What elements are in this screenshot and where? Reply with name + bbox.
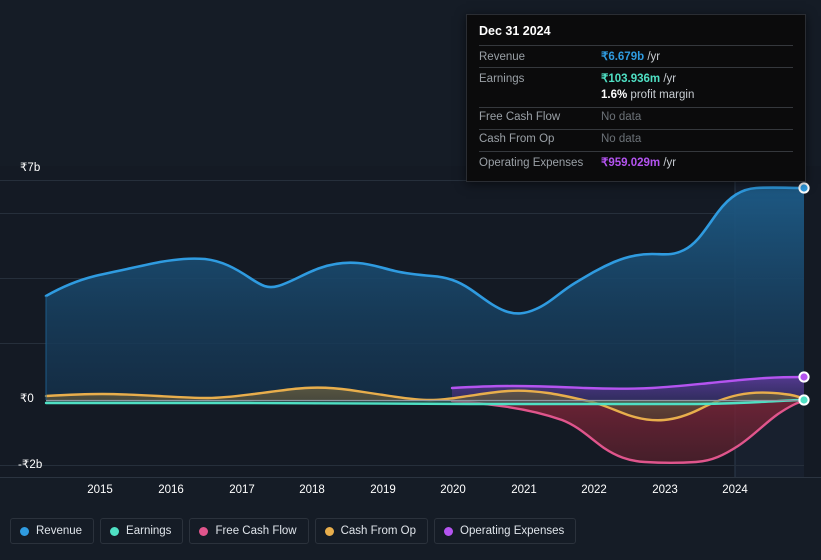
x-axis-label-2019: 2019 [370,484,396,496]
tooltip-row-operating-expenses: Operating Expenses ₹959.029m /yr [479,151,793,173]
tooltip-value-revenue: ₹6.679b /yr [601,49,660,63]
legend-item-revenue[interactable]: Revenue [10,518,95,544]
x-axis-label-2021: 2021 [511,484,537,496]
x-axis-label-2024: 2024 [722,484,748,496]
tooltip-unit-revenue: /yr [647,51,661,63]
financial-chart: ₹7b ₹0 -₹2b 2015 2016 2017 2018 2019 202… [0,0,821,560]
legend-label-operating-expenses: Operating Expenses [460,525,565,537]
operating-expenses-endpoint-marker[interactable] [798,371,810,383]
y-axis-label-top: ₹7b [20,162,41,174]
legend-dot-revenue [20,526,29,536]
x-axis-label-2022: 2022 [581,484,607,496]
tooltip-row-revenue: Revenue ₹6.679b /yr [479,45,793,67]
legend-dot-operating-expenses [444,526,454,536]
legend-label-revenue: Revenue [36,525,83,537]
data-tooltip: Dec 31 2024 Revenue ₹6.679b /yr Earnings… [466,14,806,182]
x-axis-label-2018: 2018 [299,484,325,496]
tooltip-amount-earnings: ₹103.936m [601,73,661,85]
x-axis-label-2015: 2015 [87,484,113,496]
tooltip-key-cash-from-op: Cash From Op [479,133,555,145]
legend-label-free-cash-flow: Free Cash Flow [215,525,297,537]
tooltip-value-profit-margin: 1.6% profit margin [601,89,694,101]
tooltip-row-profit-margin: 1.6% profit margin [479,89,793,107]
chart-legend: Revenue Earnings Free Cash Flow Cash Fro… [10,518,577,544]
x-axis-label-2017: 2017 [229,484,255,496]
x-axis: 2015 2016 2017 2018 2019 2020 2021 2022 … [0,484,821,502]
legend-label-cash-from-op: Cash From Op [340,525,417,537]
legend-item-earnings[interactable]: Earnings [100,518,184,544]
tooltip-unit-profit-margin: profit margin [630,89,695,101]
tooltip-row-cash-from-op: Cash From Op No data [479,129,793,151]
legend-label-earnings: Earnings [126,525,172,537]
tooltip-title: Dec 31 2024 [479,24,551,38]
tooltip-key-earnings: Earnings [479,73,525,85]
tooltip-amount-operating-expenses: ₹959.029m [601,157,661,169]
y-axis-label-bottom: -₹2b [18,459,43,471]
legend-item-free-cash-flow[interactable]: Free Cash Flow [189,518,309,544]
tooltip-unit-operating-expenses: /yr [663,157,677,169]
legend-item-operating-expenses[interactable]: Operating Expenses [434,518,577,544]
tooltip-row-earnings: Earnings ₹103.936m /yr [479,67,793,89]
legend-dot-free-cash-flow [199,526,209,536]
legend-item-cash-from-op[interactable]: Cash From Op [314,518,429,544]
earnings-endpoint-marker[interactable] [798,394,810,406]
tooltip-amount-profit-margin: 1.6% [601,89,628,101]
tooltip-rows: Revenue ₹6.679b /yr Earnings ₹103.936m /… [467,45,805,181]
tooltip-key-free-cash-flow: Free Cash Flow [479,111,561,123]
revenue-endpoint-marker[interactable] [798,182,810,194]
tooltip-unit-earnings: /yr [663,73,677,85]
x-axis-label-2016: 2016 [158,484,184,496]
tooltip-row-free-cash-flow: Free Cash Flow No data [479,107,793,129]
tooltip-amount-revenue: ₹6.679b [601,51,645,63]
legend-dot-cash-from-op [324,526,334,536]
x-axis-label-2023: 2023 [652,484,678,496]
tooltip-value-earnings: ₹103.936m /yr [601,71,676,85]
tooltip-value-free-cash-flow: No data [601,111,642,123]
legend-dot-earnings [110,526,120,536]
y-axis-label-zero: ₹0 [20,393,34,405]
tooltip-value-operating-expenses: ₹959.029m /yr [601,155,676,169]
tooltip-key-operating-expenses: Operating Expenses [479,157,584,169]
tooltip-key-revenue: Revenue [479,51,526,63]
x-axis-label-2020: 2020 [440,484,466,496]
tooltip-value-cash-from-op: No data [601,133,642,145]
